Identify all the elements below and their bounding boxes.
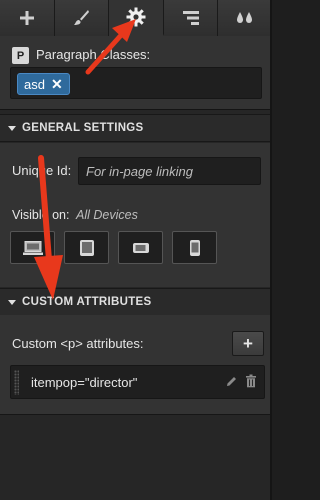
tab-navigator[interactable] <box>163 0 219 36</box>
element-type-badge: P <box>12 47 29 64</box>
tab-settings[interactable] <box>109 0 164 36</box>
collapse-triangle-icon <box>8 125 16 131</box>
settings-panel: P Paragraph Classes: asd ✕ GENERAL SETTI… <box>0 0 272 500</box>
device-desktop-button[interactable] <box>10 231 55 264</box>
remove-class-icon[interactable]: ✕ <box>51 77 63 91</box>
brush-icon <box>74 10 90 25</box>
edit-icon[interactable] <box>225 375 238 388</box>
desktop-icon <box>22 240 43 255</box>
tab-interactions[interactable] <box>218 0 272 36</box>
tablet-icon <box>79 239 94 256</box>
navigator-icon <box>182 11 199 25</box>
class-chip-label: asd <box>24 76 45 92</box>
classes-label: Paragraph Classes: <box>36 47 151 62</box>
collapse-triangle-icon <box>8 299 16 305</box>
device-visibility-group <box>10 231 217 264</box>
attribute-row[interactable]: itempop="director" <box>10 365 265 399</box>
attribute-value: itempop="director" <box>31 375 138 390</box>
general-settings-title: GENERAL SETTINGS <box>22 122 144 134</box>
tab-style[interactable] <box>54 0 110 36</box>
general-settings-body: Unique Id: Visible on: All Devices <box>0 143 272 287</box>
panel-tabbar <box>0 0 272 36</box>
unique-id-label: Unique Id: <box>12 163 72 178</box>
gear-icon <box>126 7 146 27</box>
custom-attributes-title: CUSTOM ATTRIBUTES <box>22 296 152 308</box>
visible-on-label: Visible on: <box>12 208 70 222</box>
device-phone-portrait-button[interactable] <box>172 231 217 264</box>
phone-portrait-icon <box>189 239 200 256</box>
add-attribute-button[interactable]: + <box>232 331 264 356</box>
panel-divider <box>270 0 272 500</box>
custom-attributes-body: Custom <p> attributes: + itempop="direct… <box>0 315 272 415</box>
general-settings-header[interactable]: GENERAL SETTINGS <box>0 114 272 142</box>
visible-on-value: All Devices <box>76 208 138 222</box>
device-tablet-button[interactable] <box>64 231 109 264</box>
tab-add-elements[interactable] <box>0 0 55 36</box>
phone-landscape-icon <box>132 242 149 253</box>
trash-icon[interactable] <box>245 374 257 388</box>
unique-id-input[interactable] <box>78 157 261 185</box>
device-phone-landscape-button[interactable] <box>118 231 163 264</box>
custom-attributes-header[interactable]: CUSTOM ATTRIBUTES <box>0 288 272 316</box>
empty-panel-area <box>0 416 272 500</box>
custom-attributes-label: Custom <p> attributes: <box>12 336 144 351</box>
drag-handle-icon[interactable] <box>14 370 19 395</box>
plus-icon <box>19 11 34 25</box>
classes-input[interactable]: asd ✕ <box>10 67 262 99</box>
drops-icon <box>237 12 253 23</box>
classes-section: P Paragraph Classes: asd ✕ <box>0 36 272 110</box>
class-chip[interactable]: asd ✕ <box>17 73 70 95</box>
